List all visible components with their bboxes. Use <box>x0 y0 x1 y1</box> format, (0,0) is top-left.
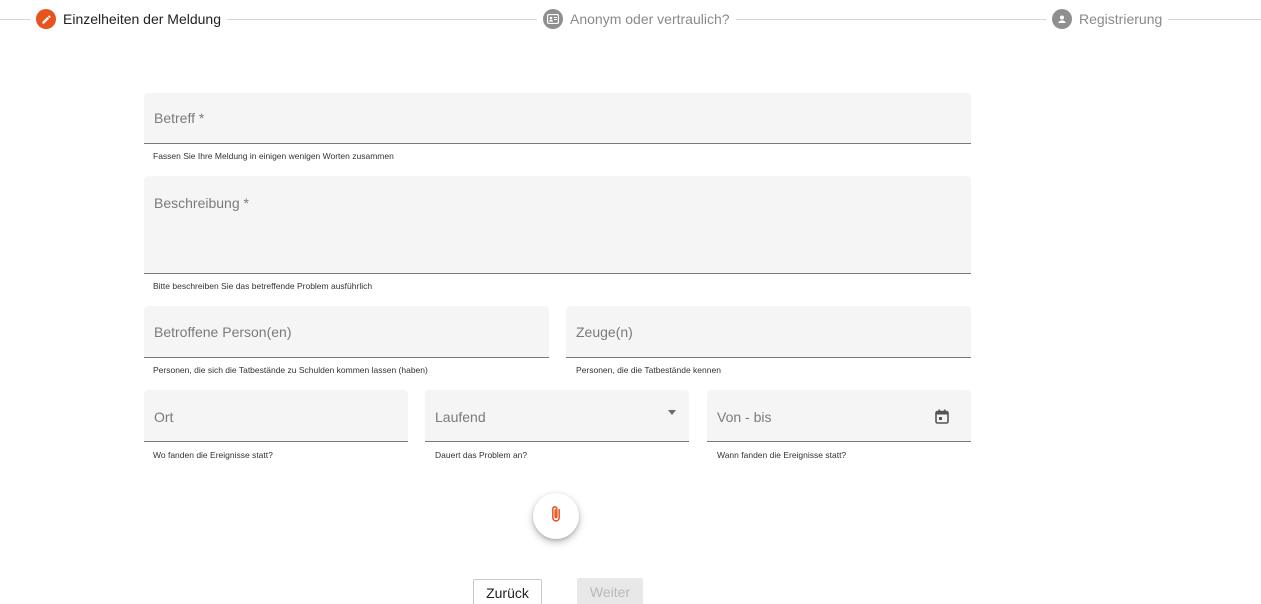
step-label: Einzelheiten der Meldung <box>63 11 221 27</box>
betreff-label: Betreff * <box>154 110 205 126</box>
progress-stepper: Einzelheiten der Meldung Anonym oder ver… <box>0 0 1261 38</box>
betroffene-label: Betroffene Person(en) <box>154 324 292 340</box>
chevron-down-icon <box>668 410 676 415</box>
betroffene-hint: Personen, die sich die Tatbestände zu Sc… <box>153 365 428 375</box>
calendar-icon[interactable] <box>935 409 949 424</box>
zeugen-label: Zeuge(n) <box>576 324 633 340</box>
step-label: Registrierung <box>1079 11 1163 27</box>
ort-label: Ort <box>154 409 174 425</box>
betreff-field[interactable]: Betreff * <box>144 93 971 144</box>
zeitraum-label: Von - bis <box>717 409 772 425</box>
pencil-icon <box>36 9 56 29</box>
id-card-icon <box>543 9 563 29</box>
attach-file-button[interactable] <box>533 493 579 539</box>
paperclip-icon <box>550 505 562 528</box>
beschreibung-field[interactable]: Beschreibung * <box>144 176 971 274</box>
beschreibung-label: Beschreibung * <box>154 195 249 211</box>
zeugen-field[interactable]: Zeuge(n) <box>566 306 971 358</box>
laufend-hint: Dauert das Problem an? <box>435 450 528 460</box>
laufend-select[interactable]: Laufend <box>425 390 689 442</box>
step-label: Anonym oder vertraulich? <box>570 11 730 27</box>
zeitraum-hint: Wann fanden die Ereignisse statt? <box>717 450 847 460</box>
step-einzelheiten[interactable]: Einzelheiten der Meldung <box>30 9 227 29</box>
next-button[interactable]: Weiter <box>577 578 643 604</box>
ort-field[interactable]: Ort <box>144 390 408 442</box>
step-registrierung[interactable]: Registrierung <box>1046 9 1169 29</box>
user-circle-icon <box>1052 9 1072 29</box>
betreff-hint: Fassen Sie Ihre Meldung in einigen wenig… <box>153 151 394 161</box>
zeitraum-field[interactable]: Von - bis <box>707 390 971 442</box>
zeugen-hint: Personen, die die Tatbestände kennen <box>576 365 721 375</box>
back-button[interactable]: Zurück <box>473 579 542 604</box>
betroffene-field[interactable]: Betroffene Person(en) <box>144 306 549 358</box>
ort-hint: Wo fanden die Ereignisse statt? <box>153 450 273 460</box>
step-anonym[interactable]: Anonym oder vertraulich? <box>537 9 736 29</box>
laufend-label: Laufend <box>435 409 486 425</box>
beschreibung-hint: Bitte beschreiben Sie das betreffende Pr… <box>153 281 373 291</box>
